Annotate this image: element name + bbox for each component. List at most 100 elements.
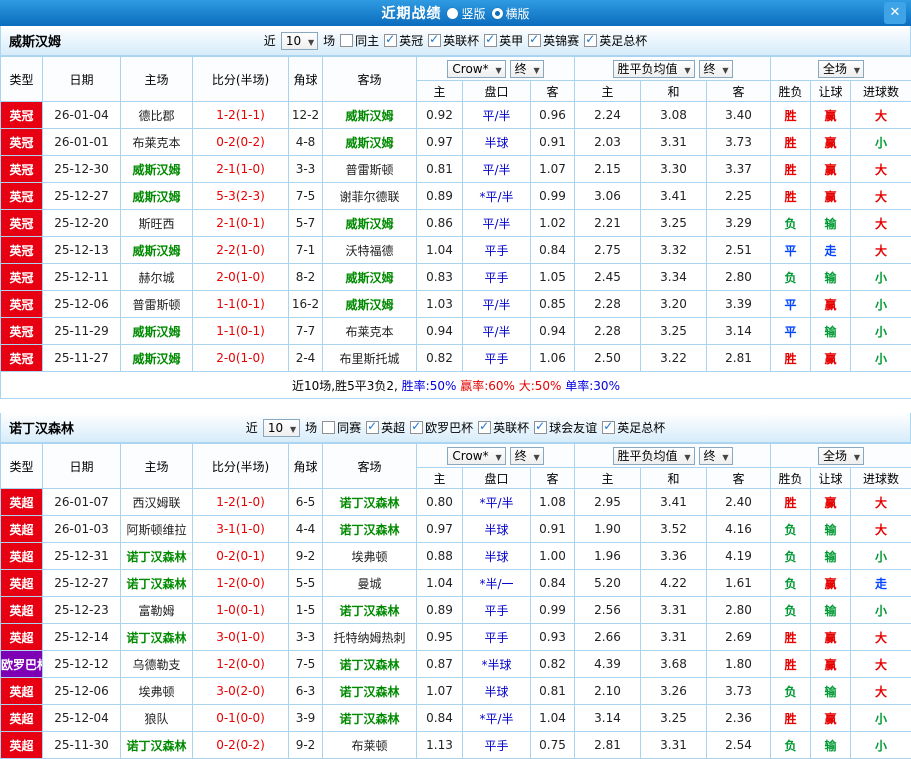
match-date: 25-12-12 [43, 651, 121, 678]
league-checkbox-icon[interactable] [534, 421, 547, 434]
league-filter[interactable]: 英足总杯 [602, 419, 665, 436]
match-date: 25-12-14 [43, 624, 121, 651]
match-row: 英超26-01-07西汉姆联1-2(1-0)6-5诺丁汉森林0.80*平/半1.… [1, 489, 911, 516]
odds-away: 0.84 [531, 237, 575, 264]
avg-home: 2.45 [575, 264, 641, 291]
column-subheader: 盘口 [463, 468, 531, 489]
match-score: 1-2(1-1) [193, 102, 289, 129]
match-score: 0-2(0-1) [193, 543, 289, 570]
corner-count: 5-7 [289, 210, 323, 237]
league-filter[interactable]: 英足总杯 [584, 32, 647, 49]
league-checkbox-icon[interactable] [410, 421, 423, 434]
avg-home: 2.28 [575, 291, 641, 318]
league-filter[interactable]: 英锦赛 [528, 32, 579, 49]
avg-type-select[interactable]: 胜平负均值 [613, 447, 695, 465]
odds-home: 0.83 [417, 264, 463, 291]
same-filter[interactable]: 同赛 [322, 419, 361, 436]
result-handicap: 输 [811, 678, 851, 705]
league-checkbox-icon[interactable] [484, 34, 497, 47]
away-team: 普雷斯顿 [323, 156, 417, 183]
match-count-select[interactable]: 10 [263, 419, 300, 437]
scope-select[interactable]: 全场 [818, 447, 864, 465]
bookmaker-select[interactable]: Crow* [447, 447, 505, 465]
league-checkbox-icon[interactable] [478, 421, 491, 434]
match-date: 25-11-29 [43, 318, 121, 345]
result-goals: 小 [851, 597, 911, 624]
radio-unselected-icon[interactable] [447, 8, 458, 19]
avg-home: 2.21 [575, 210, 641, 237]
corner-count: 7-5 [289, 651, 323, 678]
avg-home: 2.81 [575, 732, 641, 759]
handicap-line: 平手 [463, 237, 531, 264]
summary-text: 近10场,胜5平3负2, 胜率:50% 赢率:60% 大:50% 单率:30% [1, 372, 911, 399]
close-button[interactable]: ✕ [884, 2, 906, 24]
layout-radio-vertical[interactable]: 竖版 [447, 5, 485, 22]
league-filter[interactable]: 英冠 [384, 32, 423, 49]
match-date: 25-12-06 [43, 678, 121, 705]
same-checkbox-icon[interactable] [340, 34, 353, 47]
section-control-bar: 诺丁汉森林近10场同赛英超欧罗巴杯英联杯球会友谊英足总杯 [0, 413, 911, 443]
summary-part: 近10场,胜5平3负2, [292, 379, 398, 393]
avg-away: 3.14 [707, 318, 771, 345]
odds-home: 0.82 [417, 345, 463, 372]
avg-home: 2.15 [575, 156, 641, 183]
match-row: 英超25-12-04狼队0-1(0-0)3-9诺丁汉森林0.84*平/半1.04… [1, 705, 911, 732]
league-checkbox-icon[interactable] [366, 421, 379, 434]
avg-home: 4.39 [575, 651, 641, 678]
scope-value: 全场 [823, 62, 847, 76]
league-checkbox-icon[interactable] [528, 34, 541, 47]
result-goals: 小 [851, 543, 911, 570]
avg-home: 2.10 [575, 678, 641, 705]
corner-count: 3-3 [289, 624, 323, 651]
avg-final-select[interactable]: 终 [699, 60, 733, 78]
match-score: 2-1(1-0) [193, 156, 289, 183]
away-team: 布里斯托城 [323, 345, 417, 372]
same-checkbox-icon[interactable] [322, 421, 335, 434]
column-subheader: 胜负 [771, 468, 811, 489]
bookmaker-select[interactable]: Crow* [447, 60, 505, 78]
avg-draw: 3.52 [641, 516, 707, 543]
scope-select[interactable]: 全场 [818, 60, 864, 78]
match-row: 英超25-12-14诺丁汉森林3-0(1-0)3-3托特纳姆热刺0.95平手0.… [1, 624, 911, 651]
away-team: 威斯汉姆 [323, 291, 417, 318]
league-type-badge: 英超 [1, 570, 43, 597]
league-type-badge: 英超 [1, 705, 43, 732]
match-count-value: 10 [268, 421, 283, 435]
avg-draw: 3.25 [641, 705, 707, 732]
odds-final-select[interactable]: 终 [510, 60, 544, 78]
result-goals: 大 [851, 210, 911, 237]
league-checkbox-icon[interactable] [602, 421, 615, 434]
league-filter[interactable]: 英超 [366, 419, 405, 436]
result-outcome: 胜 [771, 651, 811, 678]
avg-draw: 3.34 [641, 264, 707, 291]
odds-final-select[interactable]: 终 [510, 447, 544, 465]
league-type-badge: 英冠 [1, 318, 43, 345]
league-filter-label: 英锦赛 [543, 32, 579, 49]
radio-selected-icon[interactable] [492, 8, 503, 19]
avg-draw: 3.08 [641, 102, 707, 129]
avg-final-select[interactable]: 终 [699, 447, 733, 465]
league-checkbox-icon[interactable] [384, 34, 397, 47]
avg-draw: 3.22 [641, 345, 707, 372]
league-checkbox-icon[interactable] [428, 34, 441, 47]
away-team: 诺丁汉森林 [323, 489, 417, 516]
odds-away: 0.75 [531, 732, 575, 759]
layout-radio-horizontal[interactable]: 横版 [492, 5, 530, 22]
corner-count: 9-2 [289, 543, 323, 570]
league-filter[interactable]: 英联杯 [428, 32, 479, 49]
league-checkbox-icon[interactable] [584, 34, 597, 47]
league-filter[interactable]: 英甲 [484, 32, 523, 49]
home-team: 阿斯顿维拉 [121, 516, 193, 543]
league-filter[interactable]: 球会友谊 [534, 419, 597, 436]
league-filter[interactable]: 欧罗巴杯 [410, 419, 473, 436]
match-score: 3-0(2-0) [193, 678, 289, 705]
match-count-select[interactable]: 10 [281, 32, 318, 50]
odds-home: 0.84 [417, 705, 463, 732]
same-filter[interactable]: 同主 [340, 32, 379, 49]
match-date: 25-11-27 [43, 345, 121, 372]
near-label: 近 [246, 419, 258, 436]
avg-away: 2.80 [707, 264, 771, 291]
avg-type-select[interactable]: 胜平负均值 [613, 60, 695, 78]
result-goals: 大 [851, 237, 911, 264]
league-filter[interactable]: 英联杯 [478, 419, 529, 436]
